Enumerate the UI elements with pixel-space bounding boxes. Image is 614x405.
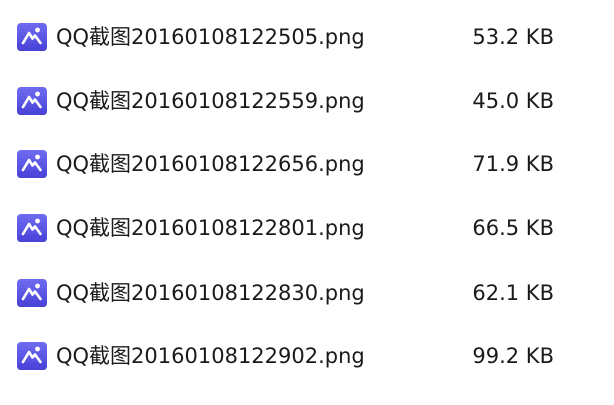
file-name: QQ截图20160108122830.png — [56, 281, 365, 305]
file-row[interactable]: QQ截图20160108122559.png 45.0 KB — [0, 78, 614, 124]
file-row[interactable]: QQ截图20160108122656.png 71.9 KB — [0, 141, 614, 187]
file-name: QQ截图20160108122559.png — [56, 89, 365, 113]
image-file-icon — [16, 86, 48, 116]
image-file-icon — [16, 22, 48, 52]
file-name: QQ截图20160108122656.png — [56, 152, 365, 176]
file-row[interactable]: QQ截图20160108122801.png 66.5 KB — [0, 205, 614, 251]
file-size: 62.1 KB — [472, 281, 554, 305]
file-size: 99.2 KB — [472, 344, 554, 368]
file-size: 45.0 KB — [472, 89, 554, 113]
file-size: 66.5 KB — [472, 216, 554, 240]
file-row[interactable]: QQ截图20160108122505.png 53.2 KB — [0, 14, 614, 60]
file-name: QQ截图20160108122801.png — [56, 216, 365, 240]
image-file-icon — [16, 278, 48, 308]
file-size: 53.2 KB — [472, 25, 554, 49]
file-name: QQ截图20160108122902.png — [56, 344, 365, 368]
image-file-icon — [16, 213, 48, 243]
file-size: 71.9 KB — [472, 152, 554, 176]
file-row[interactable]: QQ截图20160108122902.png 99.2 KB — [0, 333, 614, 379]
image-file-icon — [16, 149, 48, 179]
file-name: QQ截图20160108122505.png — [56, 25, 365, 49]
file-list: QQ截图20160108122505.png 53.2 KB QQ截图20160… — [0, 0, 614, 405]
image-file-icon — [16, 341, 48, 371]
file-row[interactable]: QQ截图20160108122830.png 62.1 KB — [0, 270, 614, 316]
